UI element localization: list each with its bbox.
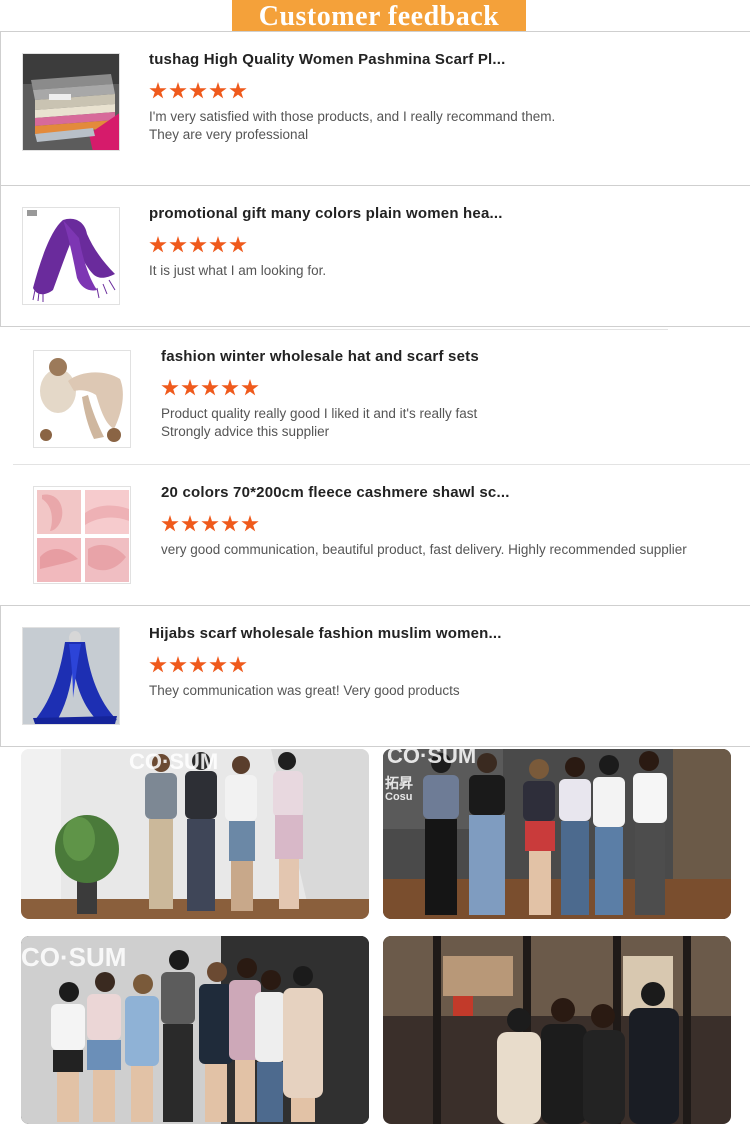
review-product-title[interactable]: Hijabs scarf wholesale fashion muslim wo… [149,625,502,642]
review-text-line: Product quality really good I liked it a… [161,406,478,421]
star-icon [149,656,167,673]
star-icon [221,515,239,532]
team-photo: CO·SUM [21,936,369,1124]
star-icon [149,82,167,99]
star-icon [181,515,199,532]
star-icon [209,82,227,99]
company-sign-chinese: 拓昇 [385,775,413,791]
star-icon [209,236,227,253]
star-icon [189,656,207,673]
review-product-title[interactable]: 20 colors 70*200cm fleece cashmere shawl… [161,484,510,501]
product-thumbnail[interactable] [22,53,120,151]
star-rating [149,82,249,100]
review-text-line: I'm very satisfied with those products, … [149,109,556,124]
review-text-line: They communication was great! Very good … [149,683,460,698]
review-text-line: They are very professional [149,127,309,142]
review-card: Hijabs scarf wholesale fashion muslim wo… [0,605,750,747]
star-icon [241,515,259,532]
star-rating [161,379,261,397]
star-icon [161,379,179,396]
company-sign: CO·SUM [387,749,477,768]
divider [20,329,668,330]
star-icon [169,82,187,99]
star-icon [209,656,227,673]
star-rating [149,236,249,254]
star-icon [161,515,179,532]
star-icon [229,236,247,253]
review-card: tushag High Quality Women Pashmina Scarf… [0,31,750,186]
star-icon [221,379,239,396]
company-sign: CO·SUM [129,749,219,774]
star-icon [181,379,199,396]
product-thumbnail[interactable] [22,207,120,305]
star-icon [201,379,219,396]
team-photo: CO·SUM [21,749,369,919]
review-text-line: Strongly advice this supplier [161,424,330,439]
company-sign: CO·SUM [21,942,127,972]
product-thumbnail[interactable] [33,350,131,448]
star-rating [161,515,261,533]
star-icon [189,236,207,253]
feedback-header: Customer feedback [0,0,750,32]
team-photo [383,936,731,1124]
company-sign-english: Cosu [385,791,413,803]
section-title: Customer feedback [232,0,526,32]
star-icon [169,236,187,253]
star-icon [169,656,187,673]
product-thumbnail[interactable] [22,627,120,725]
review-card-group: fashion winter wholesale hat and scarf s… [0,326,750,606]
review-product-title[interactable]: tushag High Quality Women Pashmina Scarf… [149,51,506,68]
review-text-line: very good communication, beautiful produ… [161,542,687,557]
star-icon [149,236,167,253]
star-rating [149,656,249,674]
review-card: promotional gift many colors plain women… [0,185,750,328]
review-product-title[interactable]: fashion winter wholesale hat and scarf s… [161,348,479,365]
star-icon [189,82,207,99]
review-text-line: It is just what I am looking for. [149,263,327,278]
star-icon [201,515,219,532]
divider [13,464,750,465]
star-icon [229,656,247,673]
star-icon [241,379,259,396]
product-thumbnail[interactable] [33,486,131,584]
star-icon [229,82,247,99]
review-product-title[interactable]: promotional gift many colors plain women… [149,205,503,222]
team-photo: CO·SUM 拓昇 Cosu [383,749,731,919]
